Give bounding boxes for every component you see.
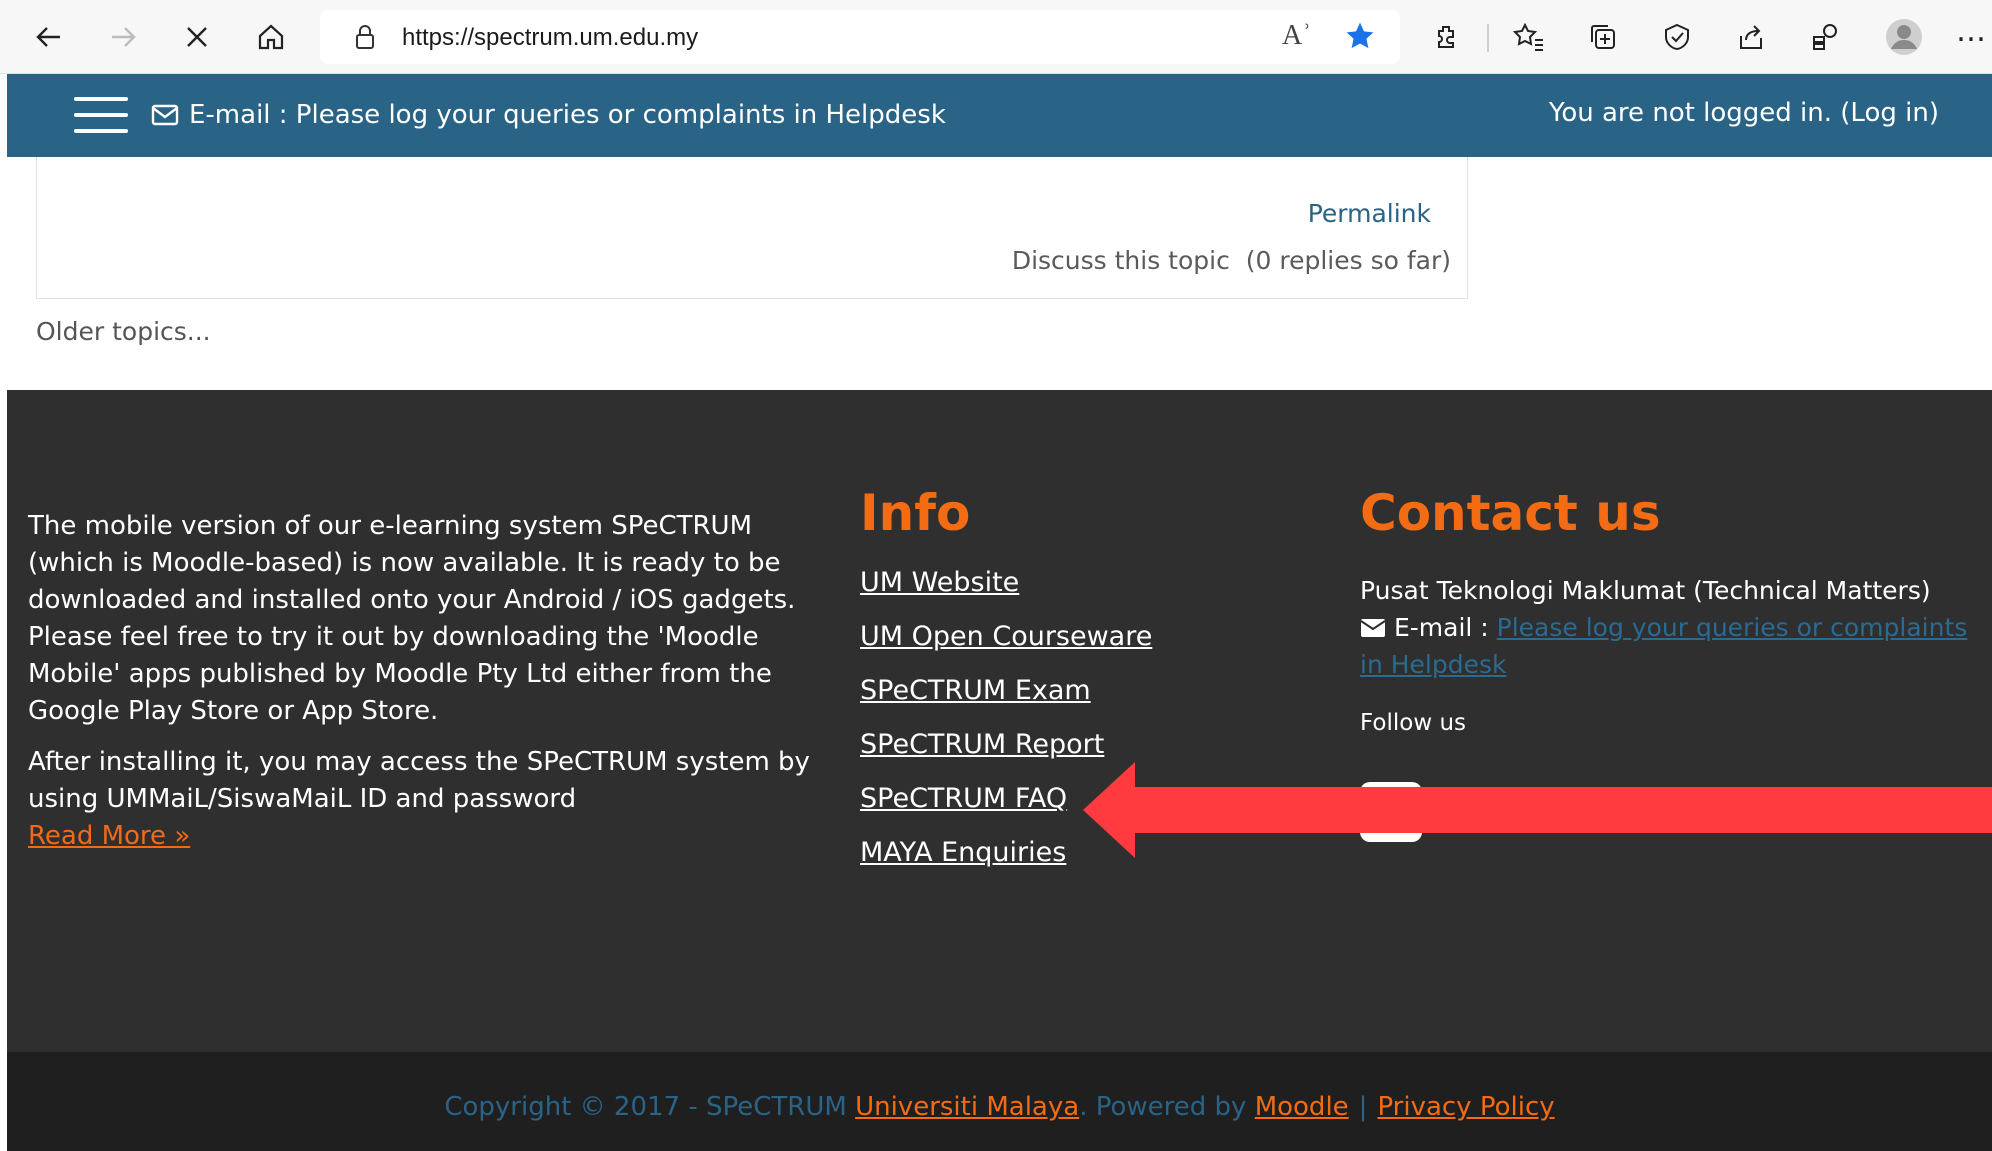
universiti-malaya-link[interactable]: Universiti Malaya xyxy=(855,1092,1079,1122)
privacy-policy-link[interactable]: Privacy Policy xyxy=(1377,1092,1554,1122)
contact-email-label: E-mail : xyxy=(1393,613,1497,642)
contact-block: Pusat Teknologi Maklumat (Technical Matt… xyxy=(1360,572,1980,683)
about-paragraph-2: After installing it, you may access the … xyxy=(28,747,810,814)
home-icon[interactable] xyxy=(248,14,294,60)
copyright-prefix: Copyright © 2017 - SPeCTRUM xyxy=(444,1092,856,1122)
site-header: E-mail : Please log your queries or comp… xyxy=(7,74,1992,157)
annotation-arrow xyxy=(1083,762,1992,858)
info-heading: Info xyxy=(860,484,971,542)
profile-icon[interactable] xyxy=(1882,15,1926,59)
collections-icon[interactable] xyxy=(1582,16,1624,58)
share-icon[interactable] xyxy=(1730,16,1772,58)
performance-icon[interactable] xyxy=(1804,16,1846,58)
um-open-courseware-link[interactable]: UM Open Courseware xyxy=(860,619,1152,673)
favorite-star-icon[interactable] xyxy=(1344,20,1376,56)
read-aloud-icon[interactable]: Aʾ xyxy=(1282,20,1312,52)
envelope-icon xyxy=(151,104,179,126)
older-topics-link[interactable]: Older topics... xyxy=(36,317,211,346)
discuss-link[interactable]: Discuss this topic (0 replies so far) xyxy=(1012,246,1451,275)
contact-heading: Contact us xyxy=(1360,484,1661,542)
divider: | xyxy=(1358,1092,1368,1122)
lock-icon[interactable] xyxy=(354,24,376,54)
follow-us-label: Follow us xyxy=(1360,710,1467,736)
about-paragraph: The mobile version of our e-learning sys… xyxy=(28,511,796,726)
stop-icon[interactable] xyxy=(174,14,220,60)
login-status[interactable]: You are not logged in. (Log in) xyxy=(1549,98,1939,128)
spectrum-exam-link[interactable]: SPeCTRUM Exam xyxy=(860,673,1152,727)
header-message[interactable]: E-mail : Please log your queries or comp… xyxy=(189,100,946,130)
favorites-icon[interactable] xyxy=(1508,16,1550,58)
forum-post: Permalink Discuss this topic (0 replies … xyxy=(36,157,1468,299)
more-icon[interactable]: … xyxy=(1950,10,1992,52)
menu-icon[interactable] xyxy=(74,97,128,133)
copyright-text: Copyright © 2017 - SPeCTRUM Universiti M… xyxy=(7,1092,1992,1122)
footer-about: The mobile version of our e-learning sys… xyxy=(28,508,818,855)
moodle-link[interactable]: Moodle xyxy=(1255,1092,1349,1122)
powered-by-text: . Powered by xyxy=(1079,1092,1255,1122)
header-helpdesk-link[interactable]: E-mail : Please log your queries or comp… xyxy=(151,100,946,130)
browser-toolbar: https://spectrum.um.edu.my Aʾ … xyxy=(0,0,1992,74)
permalink-link[interactable]: Permalink xyxy=(1308,199,1431,228)
footer: The mobile version of our e-learning sys… xyxy=(7,390,1992,1052)
browser-essentials-icon[interactable] xyxy=(1656,16,1698,58)
back-icon[interactable] xyxy=(26,14,72,60)
copyright-bar: Copyright © 2017 - SPeCTRUM Universiti M… xyxy=(7,1052,1992,1151)
forward-icon[interactable] xyxy=(100,14,146,60)
read-more-link[interactable]: Read More » xyxy=(28,821,190,851)
url-text[interactable]: https://spectrum.um.edu.my xyxy=(402,24,698,52)
um-website-link[interactable]: UM Website xyxy=(860,565,1152,619)
address-bar[interactable]: https://spectrum.um.edu.my Aʾ xyxy=(320,10,1400,64)
toolbar-divider xyxy=(1487,24,1489,52)
extensions-icon[interactable] xyxy=(1426,16,1468,58)
contact-org: Pusat Teknologi Maklumat (Technical Matt… xyxy=(1360,576,1931,605)
envelope-icon xyxy=(1360,619,1386,637)
